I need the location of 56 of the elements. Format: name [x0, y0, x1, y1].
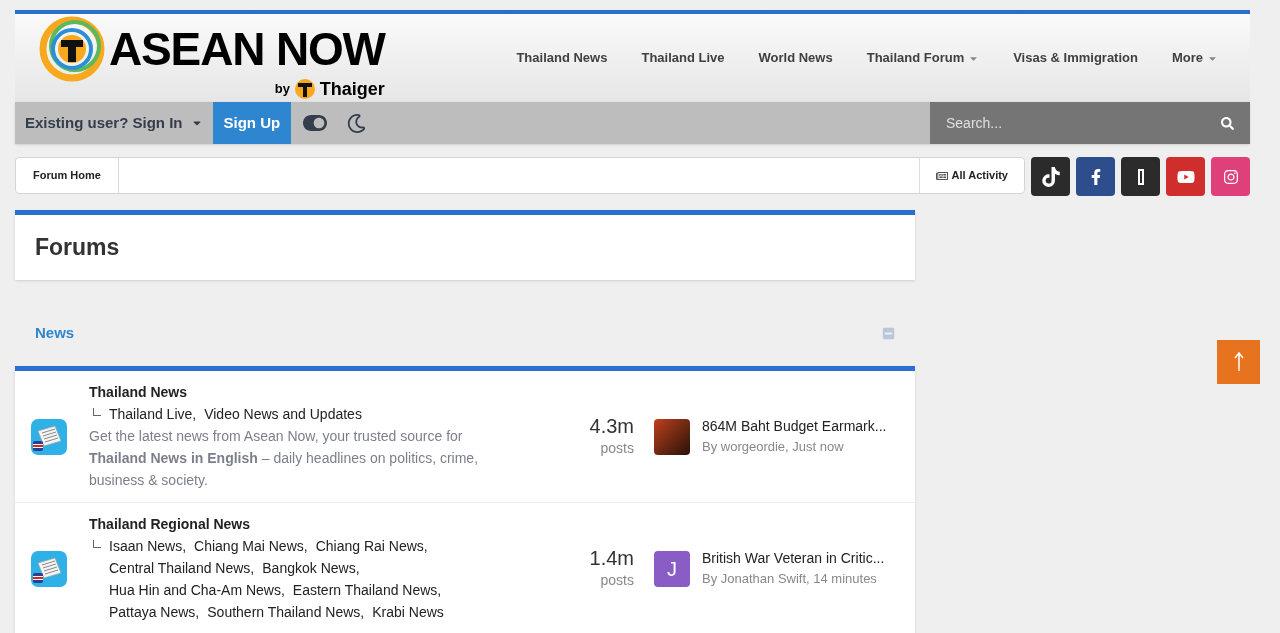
newspaper-icon	[31, 418, 67, 455]
subforum-link[interactable]: Central Thailand News,	[109, 557, 255, 579]
subforum-branch-icon	[93, 540, 101, 548]
nav-link[interactable]: Visas & Immigration	[1013, 48, 1138, 68]
subforum-link[interactable]: Chiang Rai News,	[315, 535, 428, 557]
logo-wordmark: ASEAN NOW	[109, 26, 385, 72]
instagram-icon	[1222, 168, 1239, 185]
last-post-byline: By Jonathan Swift, 14 minutes	[702, 570, 878, 589]
subforum-link[interactable]: Pattaya News,	[109, 601, 200, 623]
forum-title[interactable]: Thailand Regional News	[89, 514, 539, 535]
sign-in-button[interactable]: Existing user? Sign In	[15, 102, 213, 144]
social-button[interactable]	[1076, 157, 1115, 196]
social-button[interactable]	[1121, 157, 1160, 196]
breadcrumb-link[interactable]: Forum Home	[16, 158, 119, 193]
site-logo[interactable]: ASEAN NOW by Thaiger	[39, 16, 385, 100]
subforum-link[interactable]: Video News and Updates	[204, 403, 362, 425]
logo-by-text: by	[274, 80, 290, 99]
forum-title[interactable]: Thailand News	[89, 382, 539, 403]
up-arrow-icon	[1233, 352, 1244, 372]
placeholder-glyph-icon	[1137, 168, 1144, 185]
post-count-label: posts	[600, 439, 634, 458]
last-post-title[interactable]: British War Veteran in Critic...	[702, 548, 885, 570]
dark-mode-icon[interactable]	[347, 113, 367, 133]
subforum-link[interactable]: Chiang Mai News,	[194, 535, 308, 557]
tiktok-icon	[1040, 166, 1061, 187]
search-icon[interactable]	[1221, 116, 1234, 130]
nav-link[interactable]: Thailand Live	[641, 48, 725, 68]
subforum-branch-icon	[93, 408, 101, 416]
avatar-photo-placeholder[interactable]	[654, 418, 690, 455]
post-count-label: posts	[600, 571, 634, 590]
subforum-link[interactable]: Isaan News,	[109, 535, 187, 557]
subforum-link[interactable]: Southern Thailand News,	[207, 601, 365, 623]
page-title: Forums	[35, 233, 120, 263]
last-post-byline: By worgeordie, Just now	[702, 438, 845, 457]
all-activity-link[interactable]: All Activity	[918, 158, 1024, 193]
forum-description: Get the latest news from Asean Now, your trusted source for Thailand News in English – daily headlines on politics, crime, business & society.	[89, 427, 480, 490]
logo-brand-text: Thaiger	[319, 80, 385, 98]
subforum-link[interactable]: Thailand Live,	[109, 403, 197, 425]
newspaper-icon	[935, 169, 948, 182]
newspaper-icon	[31, 550, 67, 587]
nav-link[interactable]: Thailand News	[516, 48, 608, 68]
post-count: 1.4m	[589, 546, 634, 570]
thaiger-emblem-icon	[293, 78, 316, 100]
post-count: 4.3m	[589, 414, 634, 438]
logo-emblem-icon	[39, 16, 105, 82]
nav-link[interactable]: More	[1171, 48, 1203, 68]
subforum-link[interactable]: Krabi News	[372, 601, 444, 623]
social-button[interactable]	[1031, 157, 1070, 196]
letter-avatar[interactable]: J	[654, 550, 690, 587]
subforum-link[interactable]: Eastern Thailand News,	[292, 579, 442, 601]
nav-link[interactable]: World News	[758, 48, 833, 68]
subforum-link[interactable]: Bangkok News,	[262, 557, 360, 579]
last-post-title[interactable]: 864M Baht Budget Earmark...	[702, 416, 887, 438]
sign-up-button[interactable]: Sign Up	[212, 102, 292, 144]
subforum-link[interactable]: Hua Hin and Cha-Am News,	[109, 579, 285, 601]
nav-link[interactable]: Thailand Forum	[866, 48, 965, 68]
